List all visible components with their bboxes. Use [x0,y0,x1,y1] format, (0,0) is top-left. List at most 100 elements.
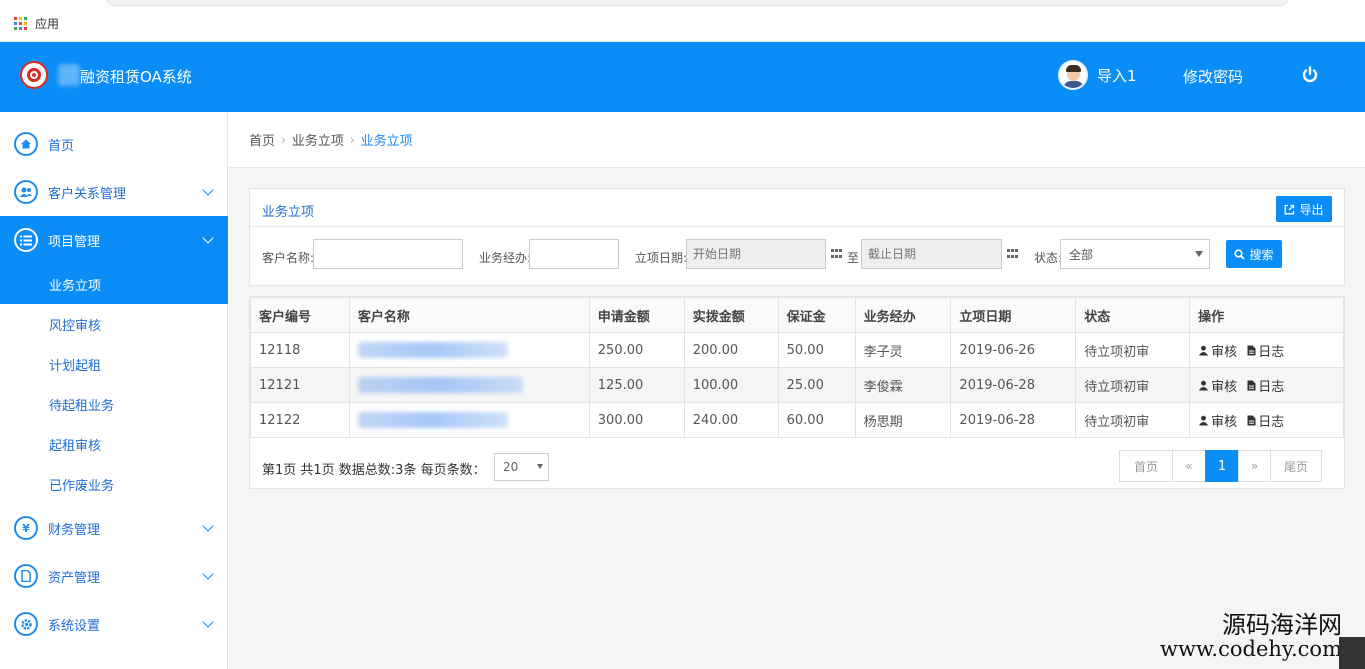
corner-overlay-button[interactable] [1339,637,1365,669]
column-header: 操作 [1189,297,1344,333]
pager-row: 第1页 共1页 数据总数:3条 每页条数： 20 首页 « 1 » 尾页 [250,438,1344,494]
export-button[interactable]: 导出 [1276,196,1332,222]
column-header: 客户编号 [250,297,350,333]
log-link[interactable]: 日志 [1247,341,1284,360]
breadcrumb-separator: › [349,132,355,147]
deposit: 50.00 [777,332,856,368]
panel-header: 业务立项 导出 [250,189,1344,227]
gear-icon [14,612,38,636]
table-row[interactable]: 12122 300.00 240.00 60.00 杨思期 2019-06-28… [250,402,1344,438]
power-icon[interactable] [1300,65,1320,85]
sidebar-item-assets[interactable]: 资产管理 [0,552,228,600]
log-link[interactable]: 日志 [1247,411,1284,430]
avatar [1058,60,1088,90]
sidebar-subitem-lease-review[interactable]: 起租审核 [0,424,228,464]
apps-icon [14,17,27,30]
project-date: 2019-06-26 [950,332,1077,368]
watermark-line-1: 源码海洋网 [1221,611,1342,639]
users-icon [14,180,38,204]
apps-label: 应用 [35,17,60,31]
project-table-panel: 客户编号 客户名称 申请金额 实拨金额 保证金 业务经办 立项日期 状态 操作 … [249,296,1345,489]
customer-id: 12121 [250,367,350,403]
review-link[interactable]: 审核 [1198,411,1237,430]
paid-amount: 100.00 [683,367,779,403]
sidebar-subitem-pending-lease[interactable]: 待起租业务 [0,384,228,424]
user-name: 导入1 [1097,66,1137,85]
column-header: 业务经办 [854,297,952,333]
last-page-button[interactable]: 尾页 [1270,450,1322,482]
log-link[interactable]: 日志 [1247,376,1284,395]
sidebar-subitem-voided[interactable]: 已作废业务 [0,464,228,504]
sidebar-item-finance[interactable]: ¥ 财务管理 [0,504,228,552]
page-size-select[interactable]: 20 [494,453,549,481]
status: 待立项初审 [1075,367,1191,403]
customer-name-redacted [348,367,590,403]
breadcrumb-home[interactable]: 首页 [249,130,275,149]
document-icon [14,564,38,588]
manager-label: 业务经办: [479,251,532,265]
project-table: 客户编号 客户名称 申请金额 实拨金额 保证金 业务经办 立项日期 状态 操作 … [250,297,1344,438]
address-bar[interactable] [105,0,1290,6]
dropdown-caret-icon [537,464,543,469]
status: 待立项初审 [1075,402,1191,438]
customer-name-label: 客户名称: [262,251,315,265]
end-date-input[interactable] [861,239,1002,269]
user-menu[interactable]: 导入1 [1058,60,1137,90]
start-date-input[interactable] [686,239,826,269]
first-page-button[interactable]: 首页 [1119,450,1173,482]
file-icon [1247,345,1256,355]
sidebar-item-crm[interactable]: 客户关系管理 [0,168,228,216]
file-icon [1247,415,1256,425]
manager: 杨思期 [854,402,952,438]
sidebar-subitem-risk-review[interactable]: 风控审核 [0,304,228,344]
customer-name-input[interactable] [313,239,463,269]
next-page-button[interactable]: » [1238,450,1271,482]
sidebar-item-home[interactable]: 首页 [0,120,228,168]
manager-input[interactable] [529,239,619,269]
user-icon [1198,345,1209,355]
change-password-link[interactable]: 修改密码 [1183,66,1243,87]
manager: 李俊霖 [854,367,952,403]
home-icon [14,132,38,156]
search-panel: 业务立项 导出 客户名称: 业务经办: 立项日期: 至 状态: 全部 [249,188,1345,286]
sidebar-item-projects[interactable]: 项目管理 [0,216,228,264]
column-header: 实拨金额 [683,297,779,333]
sidebar-item-settings[interactable]: 系统设置 [0,600,228,648]
dropdown-caret-icon [1195,251,1203,257]
date-to-label: 至 [847,251,860,265]
export-icon [1285,204,1295,214]
calendar-icon[interactable] [1007,249,1019,259]
apps-bookmark[interactable]: 应用 [14,15,59,32]
table-row[interactable]: 12121 125.00 100.00 25.00 李俊霖 2019-06-28… [250,367,1344,403]
list-icon [14,228,38,252]
table-row[interactable]: 12118 250.00 200.00 50.00 李子灵 2019-06-26… [250,332,1344,368]
manager: 李子灵 [854,332,952,368]
calendar-icon[interactable] [831,249,843,259]
app-title: 融资租赁OA系统 [80,68,192,86]
pager-info: 第1页 共1页 数据总数:3条 每页条数： [262,463,486,478]
prev-page-button[interactable]: « [1172,450,1206,482]
redacted-text [357,412,508,428]
chevron-down-icon [202,184,214,196]
review-link[interactable]: 审核 [1198,341,1237,360]
top-header: 融资租赁OA系统 导入1 修改密码 [0,42,1365,112]
sidebar-subitem-business-project[interactable]: 业务立项 [0,264,228,304]
sidebar-subitem-planned-lease[interactable]: 计划起租 [0,344,228,384]
status-select[interactable]: 全部 [1060,239,1210,269]
table-header-row: 客户编号 客户名称 申请金额 实拨金额 保证金 业务经办 立项日期 状态 操作 [250,297,1344,333]
breadcrumb-parent[interactable]: 业务立项 [292,130,344,149]
deposit: 25.00 [777,367,856,403]
redacted-text [357,377,523,393]
search-button[interactable]: 搜索 [1226,240,1282,268]
project-date-label: 立项日期: [635,251,688,265]
breadcrumb-separator: › [281,132,286,147]
chevron-down-icon [202,520,214,532]
main-content: 业务立项 导出 客户名称: 业务经办: 立项日期: 至 状态: 全部 [229,168,1365,669]
deposit: 60.00 [777,402,856,438]
redacted-company-name [58,64,80,86]
yen-icon: ¥ [14,516,38,540]
apply-amount: 250.00 [588,332,685,368]
review-link[interactable]: 审核 [1198,376,1237,395]
project-date: 2019-06-28 [950,367,1077,403]
current-page-button[interactable]: 1 [1205,450,1239,482]
